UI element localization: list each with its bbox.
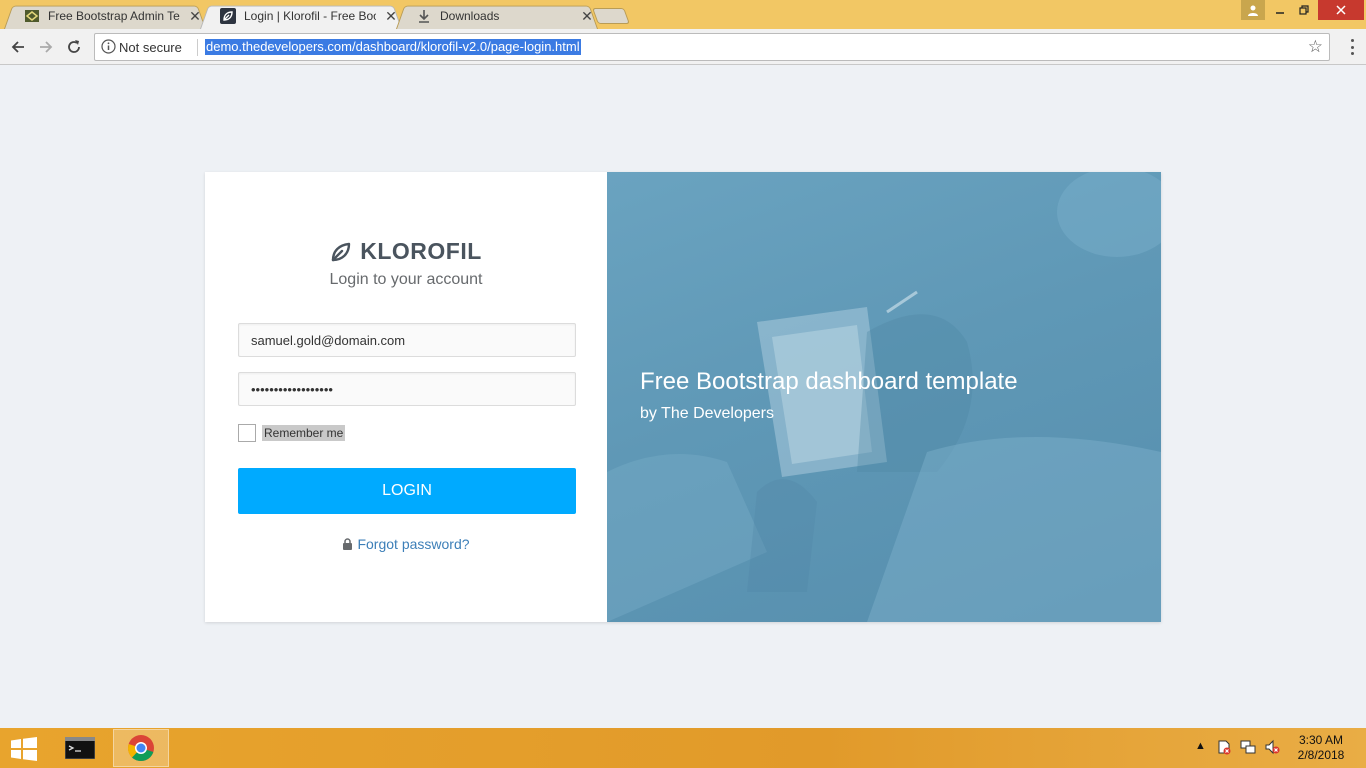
browser-toolbar: Not secure demo.thedevelopers.com/dashbo…: [0, 29, 1366, 65]
leaf-icon: [332, 242, 351, 261]
remember-label[interactable]: Remember me: [262, 425, 346, 441]
forward-arrow-icon: [40, 41, 53, 53]
taskbar: ▲ 3:30 AM 2/8/2018: [0, 728, 1366, 768]
tab-title: Login | Klorofil - Free Boo: [244, 9, 376, 23]
url-text[interactable]: demo.thedevelopers.com/dashboard/klorofi…: [205, 39, 581, 55]
taskbar-chrome[interactable]: [113, 729, 169, 767]
action-center-icon[interactable]: [1216, 739, 1232, 758]
password-field[interactable]: [238, 372, 576, 406]
login-subtitle: Login to your account: [329, 271, 483, 288]
remember-me[interactable]: Remember me: [238, 424, 346, 442]
tab-login-klorofil[interactable]: Login | Klorofil - Free Boo ✕: [200, 3, 402, 29]
info-icon[interactable]: [101, 39, 116, 59]
hero-subtitle: by The Developers: [640, 405, 774, 422]
hero-title: Free Bootstrap dashboard template: [640, 368, 1018, 395]
lock-icon: [343, 538, 353, 550]
clock-date: 2/8/2018: [1297, 748, 1345, 762]
command-prompt-icon: [65, 737, 95, 759]
tab-downloads[interactable]: Downloads ✕: [396, 3, 598, 29]
profile-icon[interactable]: [1241, 0, 1265, 20]
back-button[interactable]: [6, 35, 30, 59]
forward-button[interactable]: [34, 35, 58, 59]
download-icon: [416, 8, 432, 24]
reload-icon: [68, 40, 80, 53]
new-tab-button[interactable]: [592, 8, 630, 24]
login-panel: KLOROFIL Login to your account Remember …: [205, 172, 607, 622]
email-field[interactable]: [238, 323, 576, 357]
klorofil-favicon-icon: [220, 8, 236, 24]
security-label[interactable]: Not secure: [119, 40, 182, 55]
login-button[interactable]: LOGIN: [238, 468, 576, 514]
hero-photo: [607, 172, 1161, 622]
forgot-password-label[interactable]: Forgot password?: [357, 536, 469, 552]
minimize-button[interactable]: [1268, 0, 1292, 20]
chrome-icon: [128, 735, 154, 762]
tab-title: Free Bootstrap Admin Te: [48, 9, 180, 23]
login-card: KLOROFIL Login to your account Remember …: [205, 172, 1161, 622]
tab-title: Downloads: [440, 9, 500, 23]
bookmark-star-icon[interactable]: ☆: [1308, 37, 1323, 57]
clock-time: 3:30 AM: [1298, 733, 1344, 747]
browser-menu-icon[interactable]: [1344, 37, 1360, 57]
close-window-button[interactable]: [1318, 0, 1364, 20]
restore-button[interactable]: [1292, 0, 1316, 20]
tray-expand-icon[interactable]: ▲: [1195, 740, 1206, 752]
remember-checkbox[interactable]: [238, 424, 256, 442]
windows-logo-icon: [11, 737, 37, 761]
start-button[interactable]: [10, 737, 40, 761]
system-clock[interactable]: 3:30 AM 2/8/2018: [1290, 733, 1352, 763]
brand-name: KLOROFIL: [360, 238, 482, 264]
reload-button[interactable]: [62, 35, 86, 59]
back-arrow-icon: [11, 41, 24, 53]
volume-muted-icon[interactable]: [1264, 739, 1280, 758]
tab-strip: Free Bootstrap Admin Te ✕ Login | Klorof…: [0, 0, 1366, 29]
tab-free-bootstrap[interactable]: Free Bootstrap Admin Te ✕: [4, 3, 206, 29]
taskbar-cmd[interactable]: [52, 729, 108, 767]
hero-panel: Free Bootstrap dashboard template by The…: [607, 172, 1161, 622]
network-icon[interactable]: [1240, 739, 1256, 758]
forgot-password-link[interactable]: Forgot password?: [205, 536, 607, 552]
site-favicon-icon: [24, 8, 40, 24]
brand-logo: KLOROFIL: [205, 238, 607, 265]
address-separator: [197, 39, 198, 56]
address-bar[interactable]: Not secure demo.thedevelopers.com/dashbo…: [94, 33, 1330, 61]
